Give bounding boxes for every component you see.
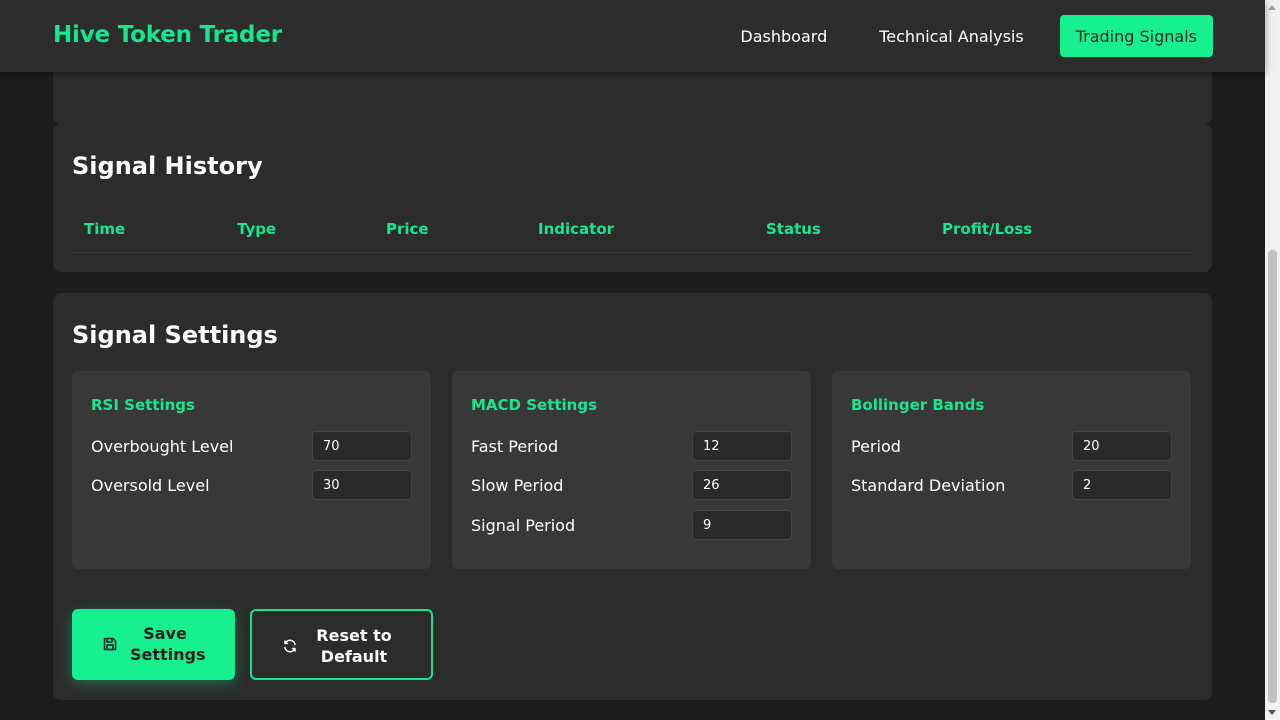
page-scrollbar[interactable] xyxy=(1265,0,1280,720)
oversold-row: Oversold Level xyxy=(91,470,412,500)
signal-period-label: Signal Period xyxy=(471,516,576,535)
column-status: Status xyxy=(766,220,821,238)
save-settings-button[interactable]: Save Settings xyxy=(72,609,235,680)
slow-period-label: Slow Period xyxy=(471,476,564,495)
signal-period-row: Signal Period xyxy=(471,510,792,540)
oversold-label: Oversold Level xyxy=(91,476,210,495)
standard-deviation-row: Standard Deviation xyxy=(851,470,1172,500)
top-navbar: Hive Token Trader Dashboard Technical An… xyxy=(0,0,1265,72)
save-settings-label: Save Settings xyxy=(130,624,206,664)
column-indicator: Indicator xyxy=(538,220,615,238)
column-profit-loss: Profit/Loss xyxy=(942,220,1033,238)
rsi-settings-panel: RSI Settings Overbought Level Oversold L… xyxy=(72,371,431,569)
overbought-label: Overbought Level xyxy=(91,437,234,456)
signal-period-input[interactable] xyxy=(692,510,792,540)
overbought-input[interactable] xyxy=(312,431,412,461)
slow-period-row: Slow Period xyxy=(471,470,792,500)
bollinger-bands-panel: Bollinger Bands Period Standard Deviatio… xyxy=(832,371,1191,569)
bollinger-period-label: Period xyxy=(851,437,901,456)
column-time: Time xyxy=(84,220,126,238)
standard-deviation-label: Standard Deviation xyxy=(851,476,1006,495)
macd-settings-title: MACD Settings xyxy=(471,396,598,414)
oversold-input[interactable] xyxy=(312,470,412,500)
slow-period-input[interactable] xyxy=(692,470,792,500)
nav-dashboard[interactable]: Dashboard xyxy=(724,15,843,57)
scroll-up-arrow-icon[interactable] xyxy=(1268,5,1276,10)
signal-history-table-header: Time Type Price Indicator Status Profit/… xyxy=(72,218,1193,253)
fast-period-label: Fast Period xyxy=(471,437,559,456)
standard-deviation-input[interactable] xyxy=(1072,470,1172,500)
signal-settings-card: Signal Settings RSI Settings Overbought … xyxy=(53,293,1212,700)
refresh-icon xyxy=(282,638,298,654)
scroll-down-arrow-icon[interactable] xyxy=(1268,710,1276,715)
nav-links: Dashboard Technical Analysis Trading Sig… xyxy=(724,15,1213,57)
floppy-disk-icon xyxy=(102,636,118,652)
bollinger-period-row: Period xyxy=(851,431,1172,461)
bollinger-period-input[interactable] xyxy=(1072,431,1172,461)
bollinger-bands-title: Bollinger Bands xyxy=(851,396,985,414)
fast-period-row: Fast Period xyxy=(471,431,792,461)
nav-technical-analysis[interactable]: Technical Analysis xyxy=(863,15,1039,57)
signal-history-title: Signal History xyxy=(72,152,263,180)
nav-trading-signals[interactable]: Trading Signals xyxy=(1059,15,1213,57)
rsi-settings-title: RSI Settings xyxy=(91,396,195,414)
signal-history-card: Signal History Time Type Price Indicator… xyxy=(53,124,1212,272)
reset-to-default-button[interactable]: Reset to Default xyxy=(250,609,433,680)
column-price: Price xyxy=(386,220,429,238)
overbought-row: Overbought Level xyxy=(91,431,412,461)
scroll-thumb[interactable] xyxy=(1268,250,1277,703)
signal-settings-title: Signal Settings xyxy=(72,321,278,349)
fast-period-input[interactable] xyxy=(692,431,792,461)
column-type: Type xyxy=(237,220,277,238)
reset-to-default-label: Reset to Default xyxy=(316,626,392,666)
brand-title[interactable]: Hive Token Trader xyxy=(53,22,282,48)
macd-settings-panel: MACD Settings Fast Period Slow Period Si… xyxy=(452,371,811,569)
